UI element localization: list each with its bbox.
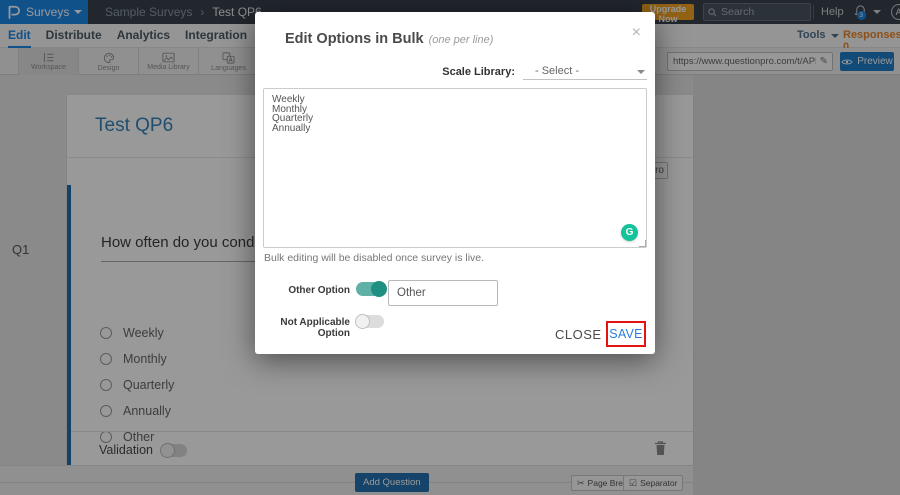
toggle-knob <box>355 314 370 329</box>
scale-library-select[interactable]: - Select - <box>523 64 647 80</box>
chevron-down-icon <box>637 70 645 74</box>
other-option-toggle[interactable] <box>356 281 387 297</box>
save-button[interactable]: SAVE <box>609 327 643 341</box>
not-applicable-option-label: Not Applicable Option <box>280 317 350 339</box>
modal-title: Edit Options in Bulk <box>285 31 424 47</box>
scale-library-label: Scale Library: <box>442 66 515 78</box>
questionpro-app: Surveys Sample Surveys › Test QP6 Upgrad… <box>0 0 900 495</box>
toggle-knob <box>371 281 387 297</box>
modal-title-row: Edit Options in Bulk (one per line) <box>285 30 493 48</box>
modal-subtitle: (one per line) <box>428 34 494 46</box>
not-applicable-toggle[interactable] <box>355 314 384 329</box>
other-option-input[interactable] <box>388 280 498 306</box>
other-option-label: Other Option <box>288 285 350 296</box>
resize-handle[interactable] <box>639 240 646 247</box>
edit-options-in-bulk-modal: Edit Options in Bulk (one per line) × Sca… <box>255 12 655 354</box>
grammarly-icon[interactable]: G <box>621 224 638 241</box>
bulk-options-textarea[interactable]: Weekly Monthly Quarterly Annually <box>263 88 647 248</box>
bulk-edit-note: Bulk editing will be disabled once surve… <box>264 252 485 264</box>
annotation-highlight-box: SAVE <box>606 321 646 347</box>
scale-library-value: - Select - <box>535 65 580 77</box>
close-icon[interactable]: × <box>632 24 641 42</box>
close-button[interactable]: CLOSE <box>555 327 602 342</box>
